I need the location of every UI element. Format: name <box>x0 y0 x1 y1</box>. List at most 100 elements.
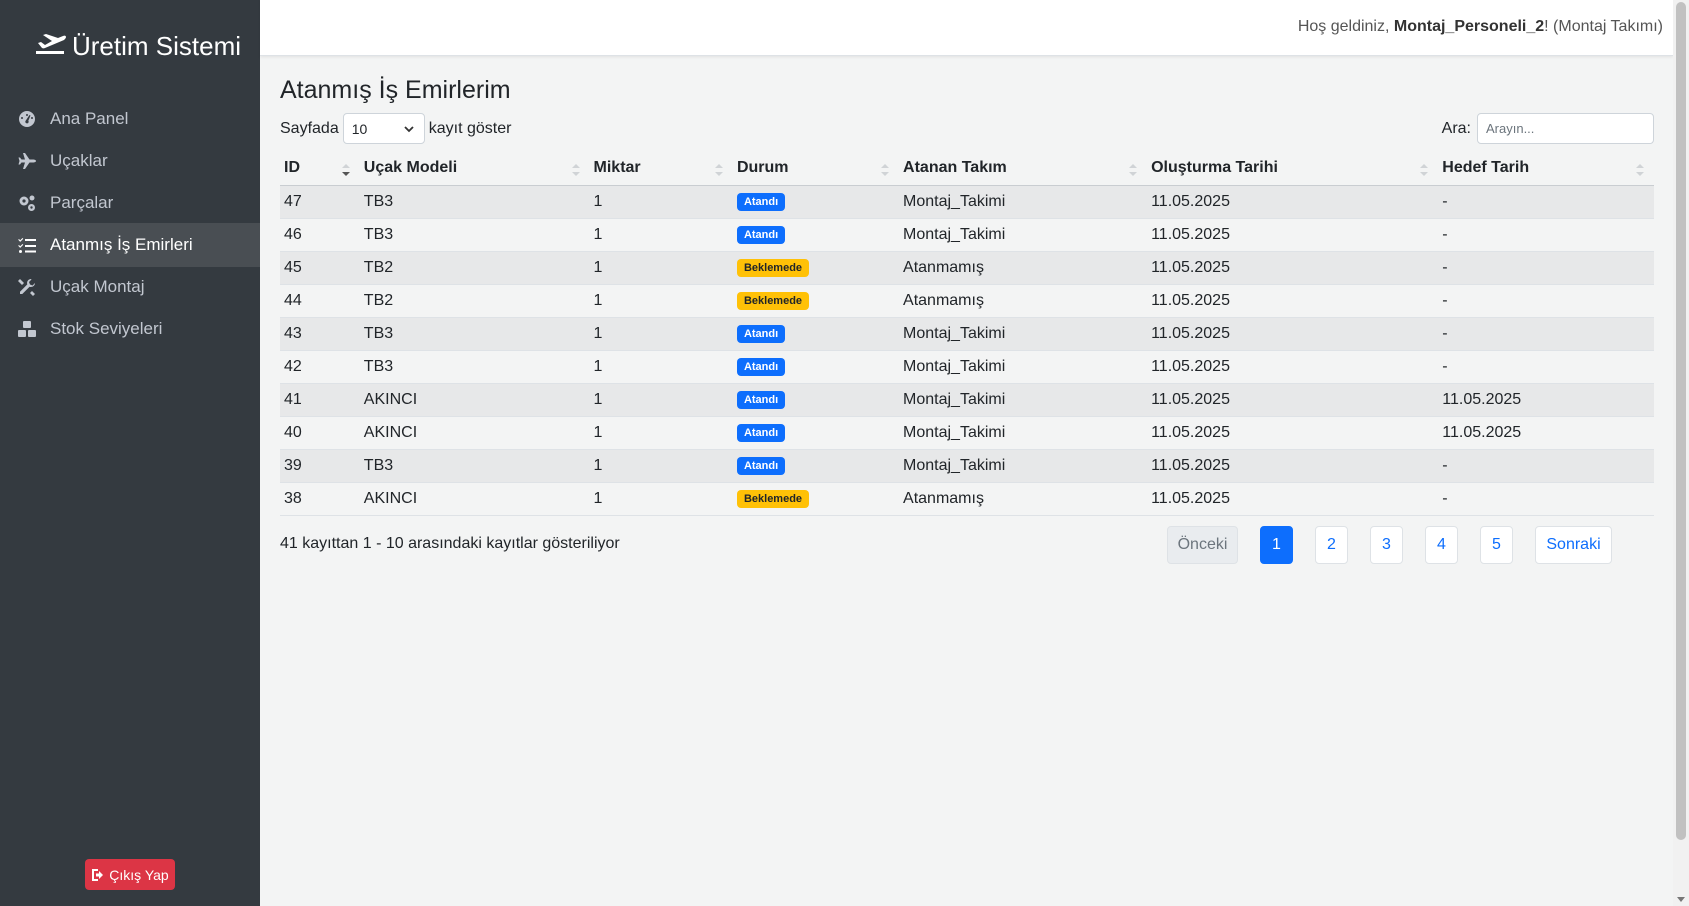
status-badge: Atandı <box>736 324 786 344</box>
cell-team: Montaj_Takimi <box>899 349 1148 383</box>
column-label: Durum <box>736 159 789 177</box>
cell-id: 47 <box>280 184 360 218</box>
sidebar-item-parcalar[interactable]: Parçalar <box>0 181 260 225</box>
sidebar-item-ucaklar[interactable]: Uçaklar <box>0 139 260 183</box>
cell-created: 11.05.2025 <box>1147 283 1439 317</box>
cell-created: 11.05.2025 <box>1147 481 1439 516</box>
pagination-next[interactable]: Sonraki <box>1535 526 1612 564</box>
boxes-icon <box>16 318 38 340</box>
page-length-select[interactable]: 10 <box>342 113 425 144</box>
column-header-target[interactable]: Hedef Tarih <box>1438 152 1654 186</box>
cell-team: Montaj_Takimi <box>899 217 1148 251</box>
cell-created: 11.05.2025 <box>1147 217 1439 251</box>
scroll-down-arrow-icon[interactable] <box>1677 897 1685 902</box>
table-row[interactable]: 38 AKINCI 1 Beklemede Atanmamış 11.05.2025- <box>280 481 1654 516</box>
table-row[interactable]: 40 AKINCI 1 Atandı Montaj_Takimi 11.05.2025 11… <box>280 415 1654 449</box>
cell-quantity: 1 <box>589 217 733 251</box>
list-check-icon <box>16 234 38 256</box>
tools-icon <box>16 276 38 298</box>
column-header-id[interactable]: ID <box>280 152 360 186</box>
page-scrollbar[interactable] <box>1673 0 1689 906</box>
cell-team: Atanmamış <box>899 250 1148 284</box>
cell-team: Atanmamış <box>899 481 1148 516</box>
sidebar-item-atanmis-is-emirleri[interactable]: Atanmış İş Emirleri <box>0 223 260 267</box>
cell-status: Beklemede <box>732 481 900 516</box>
cell-status: Beklemede <box>732 283 900 317</box>
table-row[interactable]: 42 TB3 1 Atandı Montaj_Takimi 11.05.2025- <box>280 349 1654 383</box>
search-control: Ara: <box>1442 113 1654 144</box>
table-header-row: ID Uçak Modeli Miktar Durum Atanan Takım… <box>280 152 1654 186</box>
pagination-previous[interactable]: Önceki <box>1167 526 1238 564</box>
scrollbar-thumb[interactable] <box>1676 2 1686 840</box>
cell-team: Montaj_Takimi <box>899 415 1148 449</box>
cell-status: Atandı <box>732 316 900 350</box>
table-row[interactable]: 47 TB3 1 Atandı Montaj_Takimi 11.05.2025- <box>280 184 1654 218</box>
column-header-status[interactable]: Durum <box>732 152 900 186</box>
cell-model: TB2 <box>359 250 590 284</box>
cell-id: 45 <box>280 250 360 284</box>
sidebar-item-ana-panel[interactable]: Ana Panel <box>0 97 260 141</box>
length-suffix: kayıt göster <box>428 119 512 137</box>
cell-id: 41 <box>280 382 360 416</box>
status-badge: Atandı <box>736 192 786 212</box>
cell-target: 11.05.2025 <box>1438 415 1654 449</box>
pagination-page-5[interactable]: 5 <box>1480 526 1513 564</box>
column-label: Miktar <box>593 159 641 177</box>
tachometer-icon <box>16 108 38 130</box>
status-badge: Beklemede <box>736 291 810 311</box>
column-header-team[interactable]: Atanan Takım <box>899 152 1148 186</box>
column-label: Uçak Modeli <box>363 159 458 177</box>
logout-button[interactable]: Çıkış Yap <box>85 859 175 890</box>
column-label: Oluşturma Tarihi <box>1151 159 1278 177</box>
cell-created: 11.05.2025 <box>1147 415 1439 449</box>
column-label: Atanan Takım <box>903 159 1007 177</box>
cell-id: 42 <box>280 349 360 383</box>
search-input[interactable] <box>1477 113 1654 144</box>
greeting-text: Hoş geldiniz, <box>1297 18 1390 35</box>
cell-target: - <box>1438 217 1654 251</box>
cell-quantity: 1 <box>589 481 733 516</box>
cell-team: Montaj_Takimi <box>899 316 1148 350</box>
sidebar-item-label: Parçalar <box>50 193 114 212</box>
sidebar-item-stok-seviyeleri[interactable]: Stok Seviyeleri <box>0 307 260 351</box>
cell-status: Atandı <box>732 217 900 251</box>
table-row[interactable]: 44 TB2 1 Beklemede Atanmamış 11.05.2025- <box>280 283 1654 317</box>
sidebar-item-ucak-montaj[interactable]: Uçak Montaj <box>0 265 260 309</box>
cell-model: AKINCI <box>359 481 590 516</box>
table-body: 47 TB3 1 Atandı Montaj_Takimi 11.05.2025-46 TB… <box>280 184 1654 516</box>
column-header-created[interactable]: Oluşturma Tarihi <box>1147 152 1439 186</box>
table-row[interactable]: 46 TB3 1 Atandı Montaj_Takimi 11.05.2025- <box>280 217 1654 251</box>
sidebar-item-label: Uçak Montaj <box>50 277 145 296</box>
cell-quantity: 1 <box>589 448 733 482</box>
status-badge: Atandı <box>736 225 786 245</box>
work-orders-table: ID Uçak Modeli Miktar Durum Atanan Takım… <box>280 152 1654 516</box>
cell-id: 38 <box>280 481 360 516</box>
length-prefix: Sayfada <box>280 119 339 137</box>
column-header-model[interactable]: Uçak Modeli <box>359 152 590 186</box>
sign-out-icon <box>92 868 104 881</box>
status-badge: Beklemede <box>736 258 810 278</box>
column-header-quantity[interactable]: Miktar <box>589 152 733 186</box>
pagination-page-3[interactable]: 3 <box>1370 526 1403 564</box>
cell-model: TB3 <box>359 316 590 350</box>
brand[interactable]: Üretim Sistemi <box>34 28 241 64</box>
page-length-value: 10 <box>351 120 368 137</box>
username: Montaj_Personeli_2 <box>1393 18 1545 35</box>
table-row[interactable]: 43 TB3 1 Atandı Montaj_Takimi 11.05.2025- <box>280 316 1654 350</box>
cell-quantity: 1 <box>589 283 733 317</box>
cell-id: 44 <box>280 283 360 317</box>
cell-model: TB3 <box>359 217 590 251</box>
status-badge: Atandı <box>736 357 786 377</box>
welcome-message: Hoş geldiniz, Montaj_Personeli_2! (Monta… <box>1298 18 1663 36</box>
pagination-page-4[interactable]: 4 <box>1425 526 1458 564</box>
sort-desc-icon <box>341 164 350 176</box>
cell-model: TB2 <box>359 283 590 317</box>
cell-created: 11.05.2025 <box>1147 382 1439 416</box>
table-row[interactable]: 45 TB2 1 Beklemede Atanmamış 11.05.2025- <box>280 250 1654 284</box>
pagination-page-2[interactable]: 2 <box>1315 526 1348 564</box>
cell-status: Atandı <box>732 382 900 416</box>
table-row[interactable]: 41 AKINCI 1 Atandı Montaj_Takimi 11.05.2025 11… <box>280 382 1654 416</box>
pagination-page-1[interactable]: 1 <box>1260 526 1293 564</box>
table-row[interactable]: 39 TB3 1 Atandı Montaj_Takimi 11.05.2025- <box>280 448 1654 482</box>
cell-team: Atanmamış <box>899 283 1148 317</box>
